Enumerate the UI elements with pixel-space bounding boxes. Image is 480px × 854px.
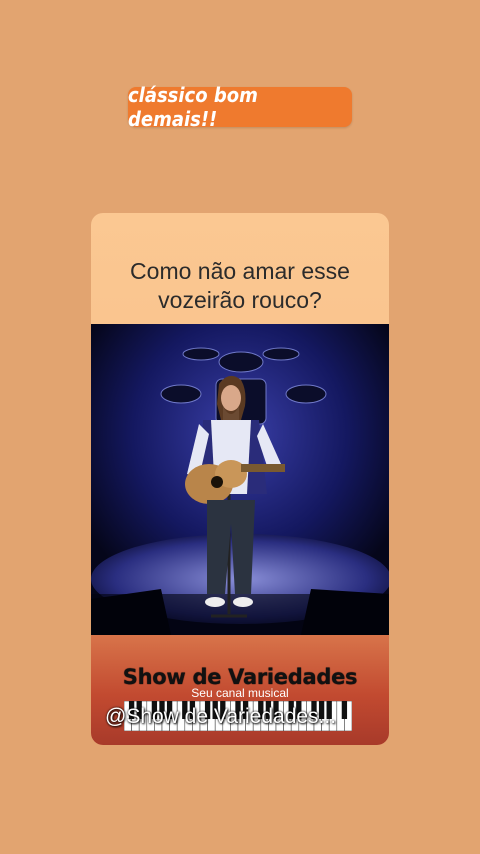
card-question: Como não amar esse vozeirão rouco? [91,257,389,315]
concert-stage-image [91,324,389,635]
channel-subtitle: Seu canal musical [191,686,289,700]
question-line-1: Como não amar esse [130,258,350,284]
question-line-2: vozeirão rouco? [158,287,322,313]
tagline-banner: clássico bom demais!! [128,83,352,131]
channel-handle-link[interactable]: @Show de Variedades... [105,705,385,729]
tagline-text: clássico bom demais!! [128,83,258,131]
video-frame[interactable] [91,324,389,635]
post-card: Como não amar esse vozeirão rouco? Show … [91,213,389,745]
channel-footer: Show de Variedades Seu canal musical @Sh… [91,635,389,745]
